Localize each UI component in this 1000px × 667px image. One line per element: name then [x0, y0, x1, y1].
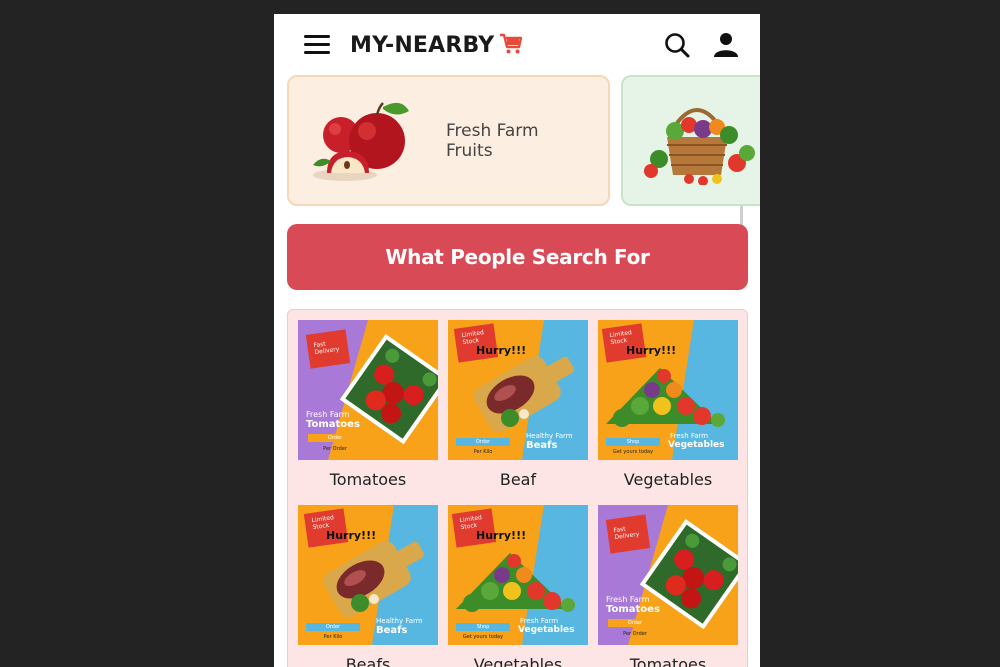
poster-headline: Beafs	[376, 625, 408, 636]
user-icon[interactable]	[712, 31, 740, 59]
brand-logo[interactable]: MY-NEARBY	[350, 30, 523, 60]
product-image: Fast Delivery Fresh Farm Tomatoes Order …	[298, 320, 438, 460]
poster-cta: Order	[627, 620, 643, 626]
product-grid: Fast Delivery Fresh Farm Tomatoes Order …	[287, 309, 748, 667]
hamburger-menu-icon[interactable]	[304, 35, 330, 55]
poster-hurry: Hurry!!!	[476, 344, 527, 357]
poster-cta: Shop	[476, 624, 490, 630]
search-icon[interactable]	[664, 32, 690, 58]
poster-cta: Order	[325, 624, 341, 630]
apples-image	[313, 102, 409, 181]
product-caption: Vegetables	[623, 470, 713, 489]
shopping-cart-icon	[500, 33, 523, 54]
poster-cta: Shop	[626, 439, 640, 445]
banner-title: What People Search For	[385, 245, 650, 269]
poster-note: Per Kilo	[473, 449, 493, 455]
what-people-search-banner[interactable]: What People Search For	[287, 224, 748, 290]
poster-note: Get yours today	[462, 634, 504, 640]
app-header: MY-NEARBY	[274, 14, 760, 76]
brand-name: MY-NEARBY	[350, 32, 495, 58]
poster-subline: Fresh Farm	[606, 595, 650, 604]
vegetable-basket-image	[644, 108, 755, 185]
category-card-fruits[interactable]: Fresh Farm Fruits	[287, 75, 610, 206]
poster-cta: Order	[327, 435, 343, 441]
poster-cta: Order	[475, 439, 491, 445]
poster-headline: Vegetables	[668, 440, 725, 450]
poster-headline: Beafs	[526, 440, 558, 451]
poster-hurry: Hurry!!!	[626, 344, 677, 357]
phone-screen: MY-NEARBY Fresh Farm Fruits What People …	[274, 14, 760, 667]
product-image: Limited Stock Hurry!!! Healthy Farm Beaf…	[448, 320, 588, 460]
product-image: Limited Stock Hurry!!! Healthy Farm Beaf…	[298, 505, 438, 645]
poster-subline: Fresh Farm	[670, 432, 709, 440]
poster-headline: Vegetables	[518, 625, 575, 635]
poster-note: Per Order	[323, 446, 347, 452]
poster-note: Per Kilo	[323, 634, 343, 640]
poster-subline: Healthy Farm	[526, 432, 573, 440]
poster-subline: Fresh Farm	[520, 617, 559, 625]
poster-hurry: Hurry!!!	[476, 529, 527, 542]
poster-subline: Healthy Farm	[376, 617, 423, 625]
product-image: Limited Stock Hurry!!! Fresh Farm Vegeta…	[598, 320, 738, 460]
product-caption: Tomatoes	[629, 655, 707, 667]
product-caption: Vegetables	[473, 655, 563, 667]
poster-hurry: Hurry!!!	[326, 529, 377, 542]
category-card-vegetables[interactable]	[621, 75, 760, 206]
product-caption: Beafs	[345, 655, 391, 667]
poster-note: Per Order	[623, 631, 647, 637]
poster-note: Get yours today	[612, 449, 654, 455]
poster-headline: Tomatoes	[606, 604, 660, 615]
poster-subline: Fresh Farm	[306, 410, 350, 419]
poster-headline: Tomatoes	[306, 419, 360, 430]
product-image: Fast Delivery Fresh Farm Tomatoes Order …	[598, 505, 738, 645]
product-image: Limited Stock Hurry!!! Fresh Farm Vegeta…	[448, 505, 588, 645]
category-label: Fresh Farm Fruits	[446, 121, 539, 161]
product-caption: Beaf	[499, 470, 537, 489]
product-caption: Tomatoes	[329, 470, 407, 489]
